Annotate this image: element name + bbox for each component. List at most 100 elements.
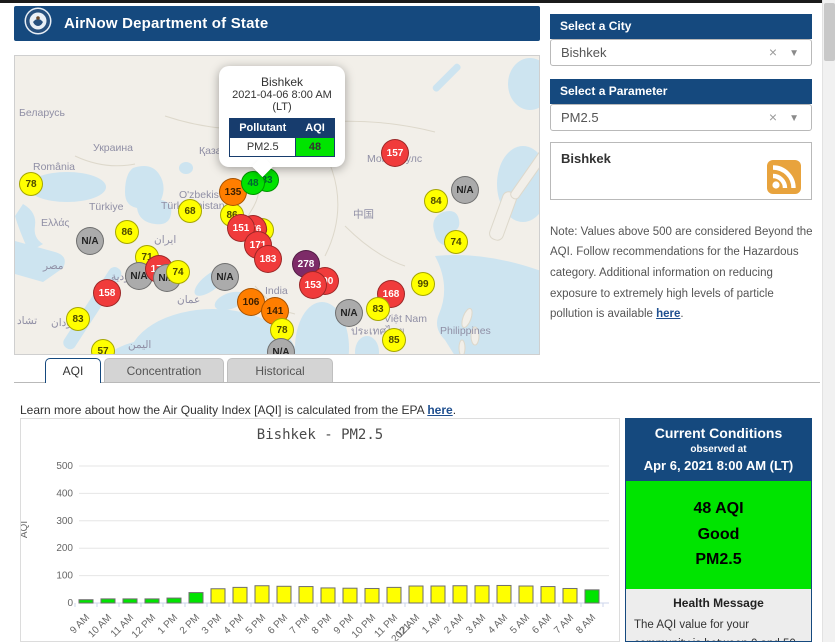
aqi-map-marker[interactable]: 83 xyxy=(366,297,390,321)
chart-bar xyxy=(78,599,94,604)
svg-text:100: 100 xyxy=(56,571,73,582)
chart-bar xyxy=(474,585,490,604)
aqi-map-marker[interactable]: 153 xyxy=(299,271,327,299)
department-of-state-seal-icon xyxy=(24,7,52,40)
current-conditions-panel: Current Conditions observed at Apr 6, 20… xyxy=(625,418,812,642)
aqi-map-marker[interactable]: 157 xyxy=(381,139,409,167)
map-popup[interactable]: Bishkek 2021-04-06 8:00 AM (LT) Pollutan… xyxy=(219,66,345,167)
svg-text:4 AM: 4 AM xyxy=(486,612,510,636)
svg-text:2 PM: 2 PM xyxy=(178,612,202,636)
app-header: AirNow Department of State xyxy=(14,6,540,41)
clear-parameter-icon[interactable]: × xyxy=(769,105,777,130)
map-place-label: România xyxy=(33,161,76,173)
chevron-down-icon[interactable]: ▼ xyxy=(789,106,799,131)
select-city-header: Select a City xyxy=(550,14,812,39)
svg-text:8 AM: 8 AM xyxy=(574,612,598,636)
svg-text:500: 500 xyxy=(56,461,73,472)
aqi-chart: Bishkek - PM2.5 AQI 0 100 200 300 400 500 9 AM… xyxy=(20,418,620,642)
aqi-map-marker[interactable]: 86 xyxy=(115,220,139,244)
learn-more-here-link[interactable]: here xyxy=(427,403,452,417)
aqi-map-marker[interactable]: 85 xyxy=(382,328,406,352)
svg-text:12 PM: 12 PM xyxy=(130,612,158,640)
svg-text:10 AM: 10 AM xyxy=(86,612,114,640)
aqi-map-marker[interactable]: 83 xyxy=(66,307,90,331)
aqi-map-marker[interactable]: 183 xyxy=(254,245,282,273)
chart-bar xyxy=(254,585,270,604)
chart-bar xyxy=(210,588,226,604)
chevron-down-icon[interactable]: ▼ xyxy=(789,41,799,66)
popup-col-pollutant: Pollutant xyxy=(229,118,297,138)
popup-city: Bishkek xyxy=(260,75,304,89)
svg-text:6 PM: 6 PM xyxy=(266,612,290,636)
svg-text:400: 400 xyxy=(56,488,73,499)
popup-datetime: 2021-04-06 8:00 AM xyxy=(232,89,332,101)
parameter-select[interactable]: PM2.5 × ▼ xyxy=(550,104,812,131)
tab-historical[interactable]: Historical xyxy=(227,358,333,382)
aqi-map-marker[interactable]: 78 xyxy=(19,172,43,196)
aqi-map-marker[interactable]: 74 xyxy=(166,260,190,284)
chart-bar xyxy=(122,598,138,604)
note-text: Note: Values above 500 are considered Be… xyxy=(550,225,813,321)
svg-text:8 PM: 8 PM xyxy=(310,612,334,636)
svg-text:0: 0 xyxy=(67,598,73,609)
map[interactable]: БеларусьУкраинаRomâniaΕλλάςTürkiyeҚазақс… xyxy=(14,55,540,355)
chart-svg: 01002003004005009 AM10 AM11 AM12 PM1 PM2… xyxy=(56,461,609,641)
scrollbar[interactable] xyxy=(822,0,835,642)
current-conditions-header: Current Conditions observed at Apr 6, 20… xyxy=(626,419,811,481)
city-select[interactable]: Bishkek × ▼ xyxy=(550,39,812,66)
popup-table: Pollutant AQI PM2.5 48 xyxy=(229,118,335,157)
parameter-select-value: PM2.5 xyxy=(561,110,599,125)
learn-more-text: Learn more about how the Air Quality Ind… xyxy=(20,403,457,417)
map-place-label: عمان xyxy=(177,294,201,306)
aqi-map-marker[interactable]: 158 xyxy=(93,279,121,307)
chart-bar xyxy=(562,587,578,604)
svg-text:5 AM: 5 AM xyxy=(508,612,532,636)
city-select-value: Bishkek xyxy=(561,45,607,60)
svg-text:1 PM: 1 PM xyxy=(156,612,180,636)
map-place-label: اليمن xyxy=(128,339,152,351)
feed-box: Bishkek xyxy=(550,142,812,200)
aqi-map-marker[interactable]: 74 xyxy=(444,230,468,254)
svg-text:7 AM: 7 AM xyxy=(552,612,576,636)
svg-text:2 AM: 2 AM xyxy=(442,612,466,636)
chart-bar xyxy=(386,586,402,604)
aqi-value: 48 AQI xyxy=(693,500,744,517)
map-place-label: ایران xyxy=(154,234,177,246)
scrollbar-thumb[interactable] xyxy=(824,3,835,61)
aqi-map-marker[interactable]: 99 xyxy=(411,272,435,296)
aqi-map-marker[interactable]: 84 xyxy=(424,189,448,213)
window-top-edge xyxy=(0,0,835,3)
aqi-map-marker[interactable]: 68 xyxy=(178,199,202,223)
chart-bar xyxy=(232,586,248,604)
chart-bar xyxy=(144,598,160,604)
map-place-label: تشاد xyxy=(17,315,38,327)
observed-at-value: Apr 6, 2021 8:00 AM (LT) xyxy=(643,458,794,473)
svg-text:6 AM: 6 AM xyxy=(530,612,554,636)
svg-text:3 PM: 3 PM xyxy=(200,612,224,636)
rss-icon[interactable] xyxy=(767,160,801,199)
map-place-label: Ελλάς xyxy=(41,217,70,229)
chart-bar xyxy=(100,598,116,604)
health-message: Health Message The AQI value for your co… xyxy=(626,589,811,641)
clear-city-icon[interactable]: × xyxy=(769,40,777,65)
app-title: AirNow Department of State xyxy=(64,15,269,32)
popup-col-aqi: AQI xyxy=(295,118,335,138)
svg-text:200: 200 xyxy=(56,543,73,554)
svg-text:10 PM: 10 PM xyxy=(350,612,378,640)
aqi-map-marker[interactable]: N/A xyxy=(451,176,479,204)
chart-bar xyxy=(320,587,336,604)
aqi-pollutant: PM2.5 xyxy=(695,551,742,569)
note-here-link[interactable]: here xyxy=(656,308,680,320)
health-message-text: The AQI value for your community is betw… xyxy=(634,618,799,641)
tab-aqi[interactable]: AQI xyxy=(45,358,101,383)
tab-concentration[interactable]: Concentration xyxy=(104,358,224,382)
chart-bar xyxy=(276,585,292,604)
tab-bar: AQI Concentration Historical xyxy=(45,358,333,383)
aqi-map-marker[interactable]: N/A xyxy=(76,227,104,255)
chart-bar xyxy=(496,584,512,604)
aqi-map-marker[interactable]: N/A xyxy=(211,263,239,291)
observed-at-label: observed at xyxy=(690,444,747,455)
aqi-map-marker[interactable]: N/A xyxy=(335,299,363,327)
chart-bar xyxy=(540,586,556,604)
chart-bar xyxy=(364,587,380,604)
